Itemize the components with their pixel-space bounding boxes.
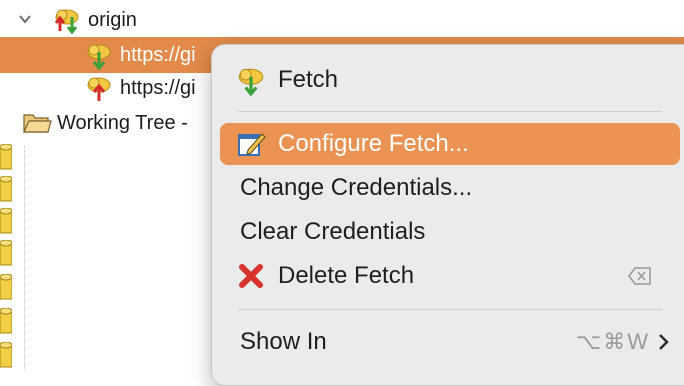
repository-cylinder-icon[interactable]	[0, 274, 12, 302]
delete-red-x-icon	[234, 259, 268, 293]
working-tree-label: Working Tree -	[57, 112, 188, 134]
push-spec-icon	[84, 73, 114, 103]
menu-item-label: Show In	[240, 328, 327, 355]
chevron-right-icon	[659, 334, 669, 350]
repository-cylinder-icon[interactable]	[0, 144, 12, 172]
repository-cylinder-icon[interactable]	[0, 342, 12, 370]
context-menu: Fetch Configure Fetch... Change Credenti…	[211, 44, 684, 386]
menu-separator	[238, 111, 662, 112]
repository-cylinder-icon[interactable]	[0, 240, 12, 268]
menu-item-label: Configure Fetch...	[278, 130, 469, 157]
menu-item-clear-credentials[interactable]: Clear Credentials	[220, 211, 680, 253]
tree-row-origin[interactable]: origin	[0, 2, 200, 38]
repository-cylinder-icon[interactable]	[0, 208, 12, 236]
fetch-icon	[234, 63, 268, 97]
tree-row-push-url[interactable]: https://gi	[0, 71, 210, 107]
menu-item-label: Clear Credentials	[240, 218, 426, 245]
fetch-url-text: https://gi	[120, 44, 196, 66]
configure-icon	[234, 127, 268, 161]
repository-cylinder-icon[interactable]	[0, 176, 12, 204]
tree-row-working-tree[interactable]: Working Tree -	[0, 105, 215, 141]
menu-item-label: Delete Fetch	[278, 262, 415, 289]
repository-column	[0, 140, 14, 370]
menu-item-configure-fetch[interactable]: Configure Fetch...	[220, 123, 680, 165]
folder-icon	[22, 110, 52, 136]
menu-item-label: Fetch	[278, 66, 339, 93]
fetch-spec-icon	[84, 40, 114, 71]
menu-separator	[238, 309, 662, 310]
clear-key-icon	[628, 267, 651, 285]
keyboard-shortcut: ⌥⌘W	[575, 329, 650, 354]
menu-item-fetch[interactable]: Fetch	[220, 59, 680, 101]
blank-panel	[24, 146, 214, 370]
repository-cylinder-icon[interactable]	[0, 308, 12, 336]
remote-repo-icon	[52, 5, 82, 35]
chevron-down-icon[interactable]	[18, 12, 32, 26]
menu-item-change-credentials[interactable]: Change Credentials...	[220, 167, 680, 209]
menu-item-label: Change Credentials...	[240, 174, 473, 201]
push-url-text: https://gi	[120, 77, 196, 99]
remote-name: origin	[88, 9, 137, 31]
menu-item-delete-fetch[interactable]: Delete Fetch	[220, 255, 680, 297]
menu-item-show-in[interactable]: Show In ⌥⌘W	[220, 321, 680, 363]
